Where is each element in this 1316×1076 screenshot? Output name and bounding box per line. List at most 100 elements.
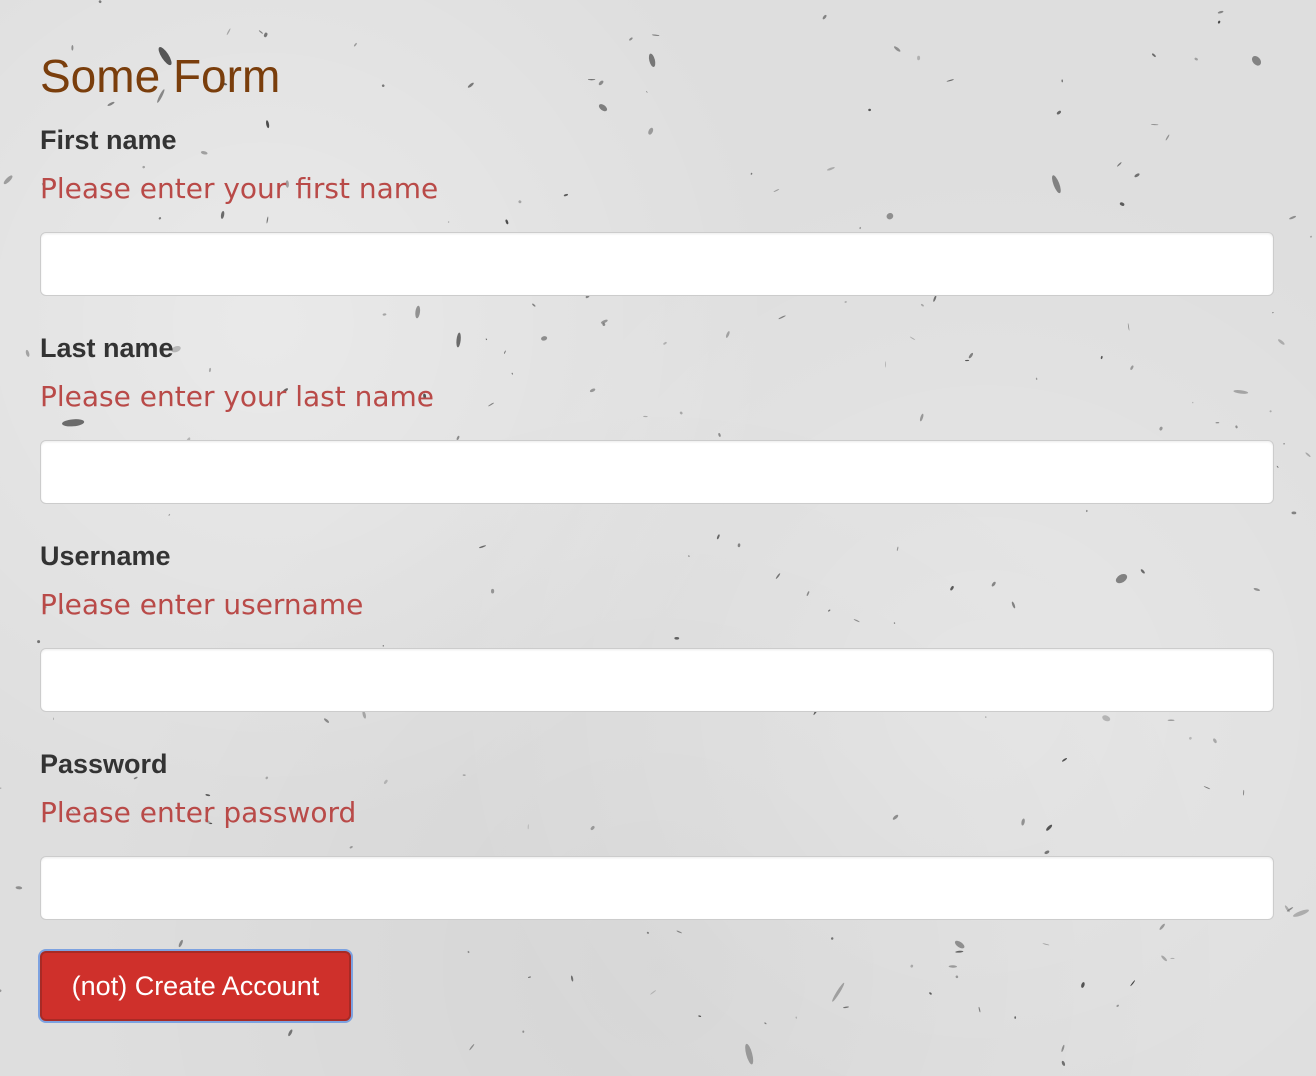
paper-speck [651,34,660,36]
paper-speck [200,151,208,155]
paper-speck [1213,738,1217,744]
paper-speck [844,301,847,303]
paper-speck [590,825,595,831]
paper-speck [1052,175,1061,194]
paper-speck [1102,715,1111,722]
paper-speck [896,546,899,551]
paper-speck [1251,56,1262,66]
paper-speck [1217,20,1221,24]
paper-speck [62,419,85,427]
paper-speck [488,402,495,407]
paper-speck [1277,339,1285,345]
paper-speck [15,886,23,890]
paper-speck [645,91,648,93]
paper-speck [830,937,834,940]
paper-speck [0,989,2,993]
paper-speck [1289,215,1297,220]
paper-speck [1061,1060,1066,1066]
paper-speck [1276,465,1279,468]
paper-speck [775,573,781,579]
paper-speck [1283,443,1285,445]
username-error: Please enter username [40,588,364,621]
username-label: Username [40,541,171,571]
paper-speck [98,0,102,4]
paper-speck [806,591,810,596]
first-name-input[interactable] [40,232,1274,296]
paper-speck [1042,943,1050,946]
password-input[interactable] [40,856,1274,920]
paper-speck [1140,569,1145,574]
paper-speck [674,636,680,640]
paper-speck [598,104,608,112]
paper-speck [745,1043,754,1065]
paper-speck [1081,982,1085,988]
paper-speck [1203,786,1211,790]
paper-speck [919,413,924,422]
paper-speck [1011,601,1016,609]
paper-speck [381,84,385,88]
paper-speck [893,622,896,624]
paper-speck [37,640,41,644]
paper-speck [1165,134,1170,141]
paper-speck [258,30,263,34]
paper-speck [1269,410,1272,413]
paper-speck [353,42,357,47]
paper-speck [1061,1044,1065,1053]
paper-speck [478,545,487,549]
password-error: Please enter password [40,796,357,829]
paper-speck [532,303,536,307]
paper-speck [349,846,353,849]
paper-speck [265,776,269,780]
paper-speck [1061,757,1068,762]
paper-speck [1272,312,1274,314]
paper-speck [1119,202,1125,206]
paper-speck [469,1043,475,1051]
paper-speck [965,359,970,362]
paper-speck [933,295,937,302]
paper-speck [158,217,162,220]
paper-speck [885,361,886,368]
paper-speck [985,716,987,718]
paper-speck [266,120,270,129]
paper-speck [822,14,827,20]
paper-speck [1215,422,1220,424]
paper-speck [773,188,780,193]
paper-speck [859,226,862,230]
paper-speck [1293,909,1309,917]
paper-speck [929,992,932,995]
paper-speck [589,388,596,393]
paper-speck [1194,57,1198,61]
paper-speck [910,964,914,968]
last-name-error: Please enter your last name [40,380,435,413]
paper-speck [178,939,183,948]
username-input[interactable] [40,648,1274,712]
paper-speck [1159,923,1165,930]
paper-speck [1127,323,1130,331]
paper-speck [563,193,569,197]
paper-speck [1056,110,1061,115]
paper-speck [663,341,667,345]
paper-speck [832,982,845,1002]
paper-speck [485,338,488,341]
paper-speck [1152,53,1156,57]
paper-speck [955,975,959,979]
paper-speck [954,940,965,949]
paper-speck [168,513,171,516]
last-name-input[interactable] [40,440,1274,504]
paper-speck [527,976,532,978]
paper-speck [1253,587,1260,592]
paper-speck [266,216,269,224]
paper-speck [462,774,466,776]
paper-speck [447,221,450,223]
paper-speck [948,965,957,968]
paper-speck [220,210,225,219]
paper-speck [853,619,860,623]
paper-speck [909,336,916,340]
paper-speck [750,172,753,175]
paper-speck [1159,426,1163,431]
paper-speck [288,1029,293,1037]
create-account-button[interactable]: (not) Create Account [40,951,351,1021]
paper-speck [570,975,574,982]
paper-speck [415,305,421,319]
paper-speck [518,200,522,204]
